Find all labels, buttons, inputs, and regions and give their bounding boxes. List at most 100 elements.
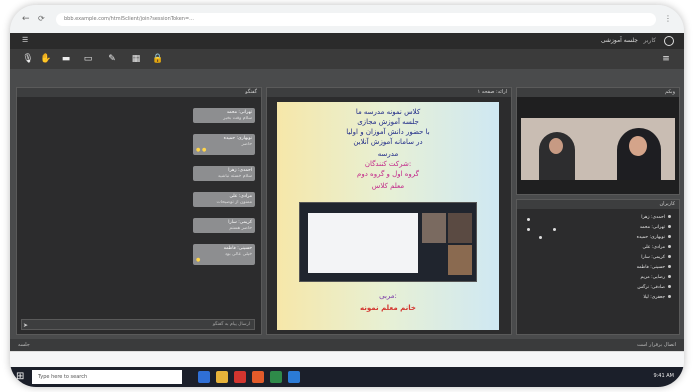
chat-message: تهرانی: محمد سلام وقت بخیر	[193, 108, 255, 123]
app-menu-icon[interactable]: ☰	[22, 36, 28, 44]
presence-icon	[668, 215, 671, 218]
presentation-slide[interactable]: کلاس نمونه مدرسه ما جلسه آموزش مجازی با …	[277, 102, 499, 330]
participant-name: رضایی: مریم	[640, 275, 665, 280]
mic-icon[interactable]: 🎙	[22, 53, 34, 65]
slide-screenshot-window	[308, 213, 418, 273]
account-label: کاربر	[643, 37, 656, 44]
slide-line: معلم کلاس	[371, 182, 405, 190]
download-bar	[10, 351, 684, 368]
chat-panel: گفتگو تهرانی: محمد سلام وقت بخیر نوبهاری…	[16, 87, 262, 335]
participant-name: جعفری: لیلا	[643, 295, 665, 300]
participant-item[interactable]: احمدی: زهرا	[531, 214, 671, 222]
taskbar-app-icon[interactable]	[198, 371, 210, 383]
video-header: وبکم	[517, 88, 679, 97]
status-left: جلسه	[18, 342, 30, 348]
presence-icon	[668, 285, 671, 288]
reload-icon[interactable]: ⟳	[38, 13, 50, 25]
clock[interactable]: 9:41 AM	[653, 373, 674, 379]
taskbar-app-icon[interactable]	[216, 371, 228, 383]
participant-name: احمدی: زهرا	[641, 215, 665, 220]
participant-item[interactable]: صادقی: نرگس	[531, 284, 671, 292]
taskbar-search-placeholder: Type here to search	[38, 374, 88, 380]
chat-text: سلام وقت بخیر	[223, 116, 252, 121]
slide-screenshot-video	[448, 213, 472, 243]
chat-message: نوبهاری: حمیده حاضر ● ●	[193, 134, 255, 155]
presence-icon	[668, 265, 671, 268]
chat-author: نوبهاری: حمیده	[223, 136, 252, 141]
participant-name: نوبهاری: حمیده	[636, 235, 665, 240]
taskbar-app-icon[interactable]	[270, 371, 282, 383]
grid-icon[interactable]: ▦	[130, 53, 142, 65]
slide-footer-name: خانم معلم نمونه	[360, 304, 416, 312]
chat-message: مرادی: علی ممنون از توضیحات	[193, 192, 255, 207]
presence-icon	[668, 235, 671, 238]
slide-line: کلاس نمونه مدرسه ما	[355, 108, 421, 116]
presentation-header: ارائه: صفحه ۱	[267, 88, 511, 97]
screen-icon[interactable]: ▭	[82, 53, 94, 65]
participant-name: کریمی: سارا	[641, 255, 665, 260]
app-title-bar: ☰ جلسه آموزشی کاربر	[10, 33, 684, 49]
start-icon[interactable]: ⊞	[16, 371, 28, 383]
participant-item[interactable]: کریمی: سارا	[531, 254, 671, 262]
slide-screenshot	[299, 202, 477, 282]
participant-name: حسینی: فاطمه	[636, 265, 665, 270]
chat-text: حاضر	[241, 142, 252, 147]
taskbar-search[interactable]: Type here to search	[32, 370, 182, 384]
send-icon[interactable]: ➤	[23, 322, 28, 329]
participant-item[interactable]: حسینی: فاطمه	[531, 264, 671, 272]
chat-text: سلام خسته نباشید	[217, 174, 252, 179]
slide-line: با حضور دانش آموزان و اولیا	[346, 128, 430, 136]
slide-footer-label: مربی:	[379, 292, 397, 300]
participants-panel: کاربران احمدی: زهرا تهرانی: محمد نوبهاری…	[516, 199, 680, 335]
browser-menu-icon[interactable]: ⋮	[664, 13, 674, 25]
taskbar-app-icon[interactable]	[252, 371, 264, 383]
presence-icon	[668, 225, 671, 228]
participant-item[interactable]: تهرانی: محمد	[531, 224, 671, 232]
meeting-title: جلسه آموزشی	[600, 37, 638, 44]
chat-text: ممنون از توضیحات	[216, 200, 252, 205]
chat-header: گفتگو	[17, 88, 261, 97]
chat-text: حاضر هستم	[229, 226, 252, 231]
taskbar-app-icon[interactable]	[234, 371, 246, 383]
address-bar[interactable]: bbb.example.com/html5client/join?session…	[56, 13, 656, 26]
slide-line: در سامانه آموزش آنلاین	[353, 138, 423, 146]
status-dot	[527, 228, 530, 231]
slide-screenshot-video	[422, 213, 446, 243]
screen-frame: ← ⟳ bbb.example.com/html5client/join?ses…	[10, 5, 684, 387]
taskbar: ⊞ Type here to search 9:41 AM	[10, 367, 684, 387]
back-icon[interactable]: ←	[22, 13, 34, 25]
participant-item[interactable]: نوبهاری: حمیده	[531, 234, 671, 242]
taskbar-app-icon[interactable]	[288, 371, 300, 383]
participant-name: صادقی: نرگس	[637, 285, 665, 290]
participant-item[interactable]: مرادی: علی	[531, 244, 671, 252]
participant-item[interactable]: رضایی: مریم	[531, 274, 671, 282]
presence-icon	[668, 295, 671, 298]
options-icon[interactable]: ≡	[660, 53, 672, 65]
pen-icon[interactable]: ✎	[106, 53, 118, 65]
chat-author: مرادی: علی	[229, 194, 252, 199]
person-two-face	[629, 136, 647, 156]
slide-line: گروه اول و گروه دوم	[356, 170, 419, 178]
chat-author: کریمی: سارا	[228, 220, 252, 225]
presence-icon	[668, 255, 671, 258]
slide-line: مدرسه	[377, 150, 399, 158]
participants-header: کاربران	[517, 200, 679, 209]
status-dot	[527, 218, 530, 221]
lock-icon[interactable]: 🔒	[152, 53, 164, 65]
avatar[interactable]	[664, 36, 674, 46]
presence-icon	[668, 245, 671, 248]
camera-icon[interactable]: ▬	[60, 53, 72, 65]
chat-input[interactable]: ارسال پیام به گفتگو	[21, 319, 255, 330]
slide-screenshot-video	[448, 245, 472, 275]
hand-icon[interactable]: ✋	[40, 53, 52, 65]
person-one-face	[549, 138, 563, 154]
chat-author: حسینی: فاطمه	[223, 246, 252, 251]
chat-message: کریمی: سارا حاضر هستم	[193, 218, 255, 233]
participant-item[interactable]: جعفری: لیلا	[531, 294, 671, 302]
webcam-feed	[521, 118, 675, 180]
emoji-icon: ● ●	[196, 147, 207, 153]
chat-message: حسینی: فاطمه خیلی عالی بود ●	[193, 244, 255, 265]
slide-line: جلسه آموزش مجازی	[357, 118, 419, 126]
toolbar: 🎙 ✋ ▬ ▭ ✎ ▦ 🔒 ≡	[10, 49, 684, 69]
slide-line: شرکت کنندگان:	[364, 160, 412, 168]
